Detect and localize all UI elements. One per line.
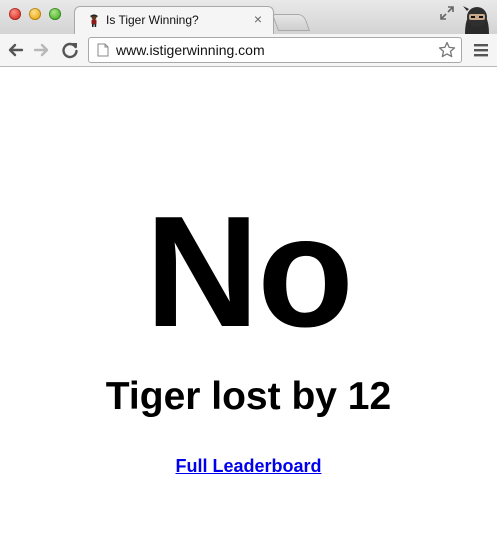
forward-arrow-icon[interactable]: [32, 40, 52, 60]
back-arrow-icon[interactable]: [5, 40, 25, 60]
fullscreen-icon[interactable]: [440, 6, 454, 20]
title-bar: Is Tiger Winning? ×: [0, 0, 497, 35]
tab-is-tiger-winning[interactable]: Is Tiger Winning? ×: [74, 6, 274, 35]
close-window-button[interactable]: [9, 8, 21, 20]
reload-icon[interactable]: [60, 40, 80, 60]
full-leaderboard-link[interactable]: Full Leaderboard: [175, 456, 321, 476]
zoom-window-button[interactable]: [49, 8, 61, 20]
address-bar[interactable]: www.istigerwinning.com: [88, 37, 462, 63]
hamburger-menu-icon[interactable]: [472, 41, 490, 59]
new-tab-button[interactable]: [271, 14, 311, 31]
tab-close-icon[interactable]: ×: [251, 11, 265, 27]
tiger-golfer-favicon-icon: [90, 14, 98, 27]
minimize-window-button[interactable]: [29, 8, 41, 20]
result-subtitle: Tiger lost by 12: [105, 375, 392, 418]
bookmark-star-icon[interactable]: [438, 41, 456, 59]
page-icon: [97, 43, 109, 57]
answer-text: No: [145, 184, 354, 360]
ninja-avatar-icon[interactable]: [461, 2, 493, 34]
page-content: No Tiger lost by 12 Full Leaderboard: [0, 67, 497, 546]
leaderboard-link-container: Full Leaderboard: [0, 454, 497, 478]
url-text[interactable]: www.istigerwinning.com: [116, 42, 265, 58]
browser-toolbar: www.istigerwinning.com: [0, 34, 497, 67]
tab-title: Is Tiger Winning?: [106, 13, 199, 27]
